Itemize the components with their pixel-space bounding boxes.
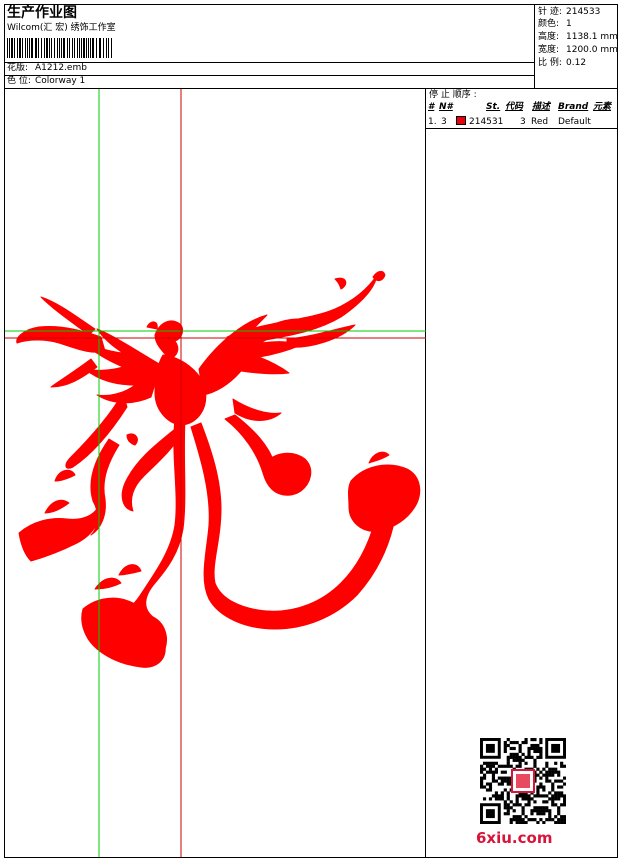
col-desc: 描述 (532, 102, 551, 112)
scale-value: 0.12 (566, 58, 587, 68)
right-flame-cluster (348, 464, 421, 532)
qr-code-image (480, 738, 566, 824)
width-value: 1200.0 mm (566, 45, 618, 55)
height-value: 1138.1 mm (566, 32, 618, 42)
table-divider (425, 128, 618, 129)
colors-label: 颜色: (538, 19, 560, 29)
stitches-value: 214533 (566, 7, 601, 17)
col-stitches: St. (486, 102, 501, 112)
stop-sequence-title: 停 止 顺序 : (429, 90, 477, 100)
left-tail-1 (65, 392, 128, 469)
right-plume (226, 274, 378, 346)
col-element: 元素 (593, 102, 612, 112)
row-index: 1. (428, 117, 437, 127)
pattern-value: A1212.emb (35, 63, 87, 73)
left-cluster (18, 504, 101, 562)
stats-divider (534, 4, 535, 88)
phoenix-crest (154, 320, 184, 360)
row-n: 3 (441, 117, 447, 127)
height-label: 高度: (538, 32, 560, 42)
col-brand: Brand (558, 102, 589, 112)
studio-name: Wilcom(汇 宏) 绣饰工作室 (7, 23, 116, 33)
page-title: 生产作业图 (7, 5, 77, 21)
row-desc: Red (531, 117, 549, 127)
row-stitches: 214531 (469, 117, 504, 127)
watermark-logo: 6xiu.com (476, 829, 553, 847)
col-index: # (428, 102, 435, 112)
lower-left-cluster (81, 597, 166, 668)
row-brand: Default (558, 117, 591, 127)
colors-value: 1 (566, 19, 572, 29)
barcode-image (7, 38, 112, 58)
pattern-label: 花版: (7, 63, 29, 73)
colorway-value: Colorway 1 (35, 76, 86, 86)
col-n: N# (439, 102, 453, 112)
colorway-label: 色 位: (7, 76, 31, 86)
col-code: 代码 (505, 102, 524, 112)
row-code: 3 (520, 117, 526, 127)
embroidery-preview (5, 89, 426, 857)
scale-label: 比 例: (538, 58, 562, 68)
stitches-label: 针 迹: (538, 7, 562, 17)
color-swatch (456, 116, 466, 125)
width-label: 宽度: (538, 45, 560, 55)
phoenix-body (154, 354, 207, 426)
